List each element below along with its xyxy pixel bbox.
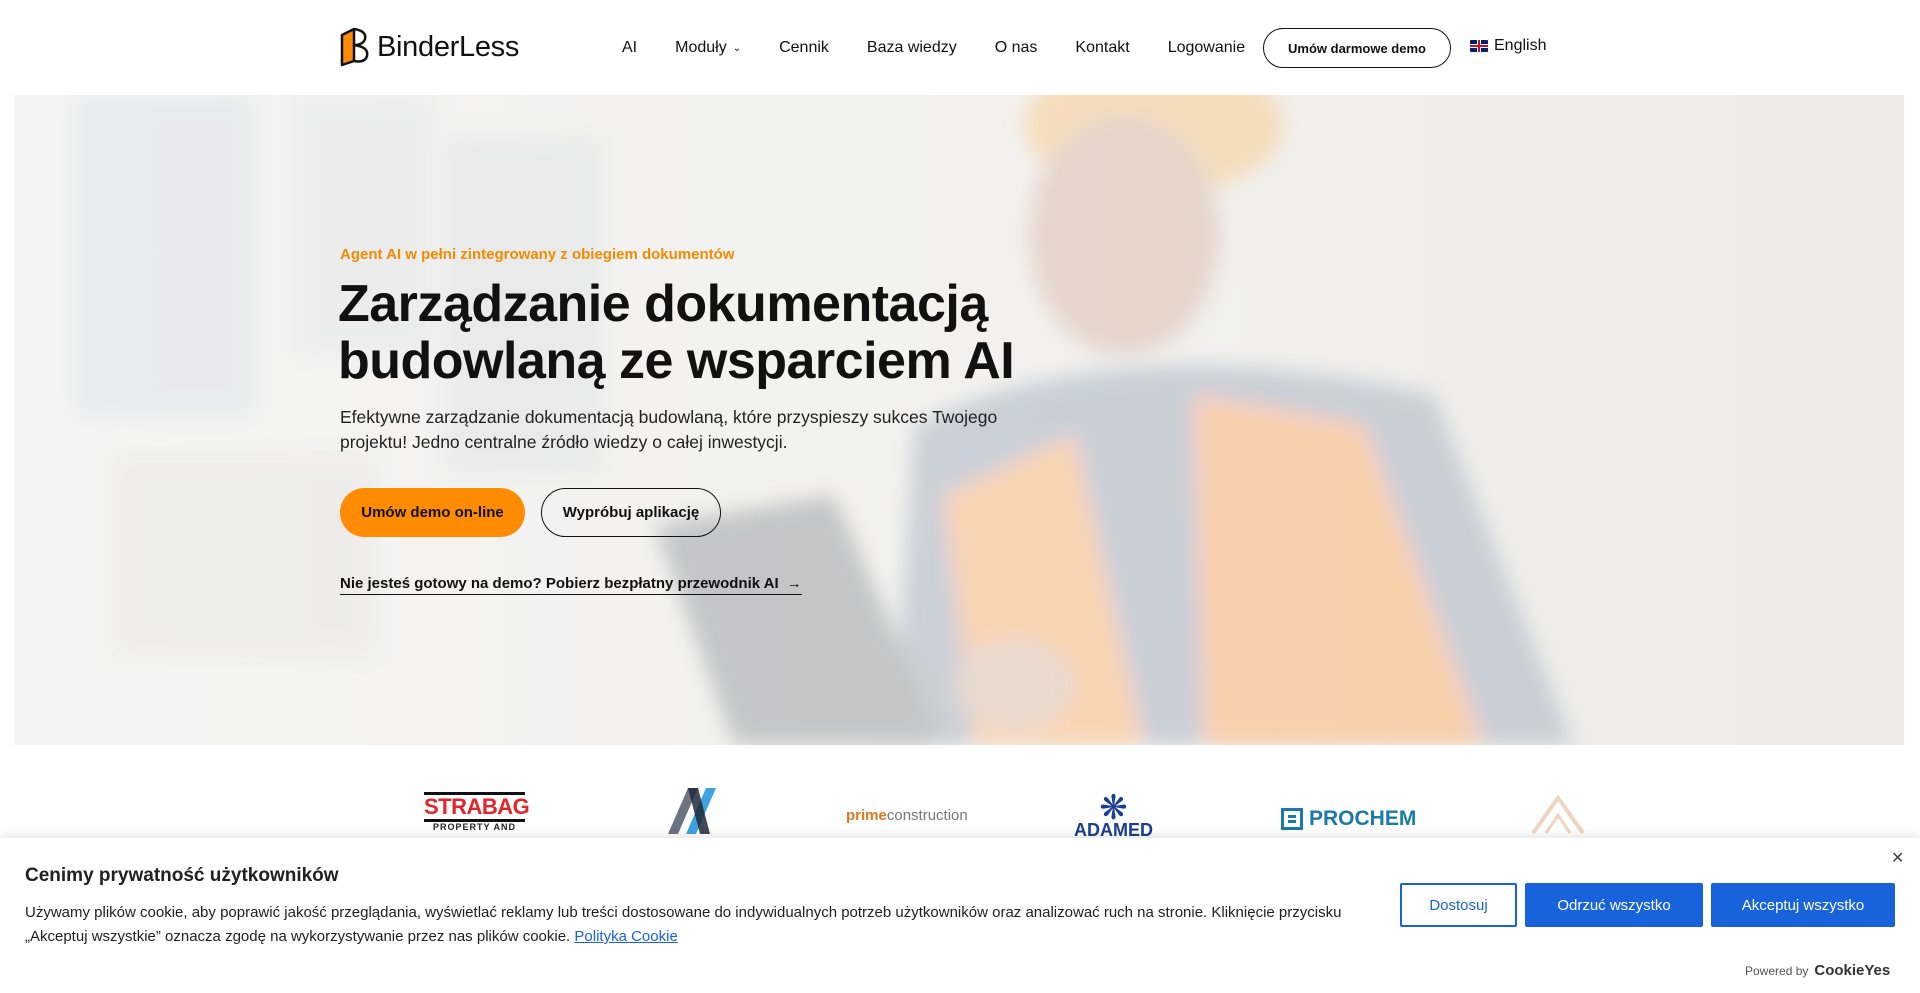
- headline-line-1: Zarządzanie dokumentacją: [338, 275, 988, 333]
- hero-right-gutter: [1904, 95, 1920, 745]
- cookie-body-text: Używamy plików cookie, aby poprawić jako…: [25, 904, 1342, 945]
- book-online-demo-button[interactable]: Umów demo on-line: [340, 488, 525, 537]
- construction-logo-text: construction: [886, 807, 968, 824]
- prochem-logo: PROCHEM: [1281, 807, 1416, 831]
- adamed-star-icon: ❋: [1099, 789, 1128, 827]
- binderless-logo-icon: [340, 27, 369, 67]
- brand-logo[interactable]: BinderLess: [339, 27, 519, 67]
- nav-label: Cennik: [779, 38, 829, 56]
- cookieyes-brand: CookieYes: [1814, 962, 1891, 979]
- language-switcher[interactable]: English: [1470, 37, 1546, 55]
- reject-all-button[interactable]: Odrzuć wszystko: [1525, 883, 1703, 927]
- powered-by[interactable]: Powered by CookieYes: [1745, 962, 1890, 979]
- arrow-right-icon: →: [786, 575, 802, 592]
- uk-flag-icon: [1470, 40, 1488, 52]
- ax-logo-icon: [668, 788, 716, 834]
- nav-label: AI: [622, 38, 638, 56]
- cookie-text: Używamy plików cookie, aby poprawić jako…: [25, 901, 1365, 949]
- logo-text: BinderLess: [377, 30, 520, 63]
- nav-label: Logowanie: [1167, 38, 1246, 56]
- accept-all-button[interactable]: Akceptuj wszystko: [1711, 883, 1895, 927]
- nav-item-o-nas[interactable]: O nas: [995, 39, 1038, 57]
- book-demo-button[interactable]: Umów darmowe demo: [1263, 28, 1451, 68]
- adamed-logo: ❋ ADAMED: [1074, 789, 1153, 840]
- cookie-policy-link[interactable]: Polityka Cookie: [574, 928, 677, 945]
- chevron-down-icon: ⌄: [732, 43, 742, 54]
- nav-item-cennik[interactable]: Cennik: [779, 39, 829, 57]
- close-icon[interactable]: ✕: [1891, 848, 1904, 868]
- guide-link-text: Nie jesteś gotowy na demo? Pobierz bezpł…: [340, 575, 779, 592]
- hero-subtext: Efektywne zarządzanie dokumentacją budow…: [340, 407, 998, 452]
- try-app-button[interactable]: Wypróbuj aplikację: [541, 488, 721, 537]
- nav-label: Kontakt: [1075, 38, 1130, 56]
- nav-label: Baza wiedzy: [866, 38, 957, 56]
- nav-item-moduly[interactable]: Moduły ⌄: [675, 39, 741, 57]
- prochem-mark-icon: [1281, 808, 1303, 830]
- hero-headline: Zarządzanie dokumentacją budowlaną ze ws…: [338, 276, 1098, 390]
- headline-line-2: budowlaną ze wsparciem AI: [338, 332, 1015, 390]
- nav-label: O nas: [994, 38, 1038, 56]
- cookie-consent-banner: Cenimy prywatność użytkowników ✕ Używamy…: [0, 838, 1920, 993]
- prime-construction-logo: primeconstruction: [846, 807, 968, 824]
- powered-by-label: Powered by: [1745, 963, 1809, 978]
- strabag-logo-subtext: PROPERTY AND: [432, 822, 516, 832]
- download-guide-link[interactable]: Nie jesteś gotowy na demo? Pobierz bezpł…: [340, 575, 802, 595]
- nav-label: Moduły: [675, 38, 727, 56]
- strabag-logo: STRABAG PROPERTY AND: [424, 792, 530, 832]
- hero-left-gutter: [0, 95, 14, 745]
- adamed-logo-text: ADAMED: [1074, 820, 1153, 840]
- customize-button[interactable]: Dostosuj: [1400, 883, 1517, 927]
- ax-logo: [666, 788, 718, 839]
- hero-eyebrow: Agent AI w pełni zintegrowany z obiegiem…: [340, 246, 735, 263]
- partner-logo-icon: [1531, 794, 1585, 835]
- language-label: English: [1494, 37, 1547, 54]
- prochem-logo-text: PROCHEM: [1309, 807, 1417, 830]
- client-logos: STRABAG PROPERTY AND primeconstruction ❋…: [0, 745, 1920, 845]
- main-nav: AI Moduły ⌄ Cennik Baza wiedzy O nas Kont…: [622, 0, 1283, 95]
- site-header: BinderLess AI Moduły ⌄ Cennik Baza wiedzy…: [0, 0, 1920, 95]
- nav-item-ai[interactable]: AI: [622, 39, 637, 57]
- cookie-title: Cenimy prywatność użytkowników: [25, 865, 339, 886]
- prime-logo-text: prime: [846, 807, 887, 824]
- strabag-logo-text: STRABAG: [424, 794, 530, 819]
- nav-item-baza-wiedzy[interactable]: Baza wiedzy: [867, 39, 957, 57]
- nav-item-logowanie[interactable]: Logowanie: [1168, 39, 1245, 57]
- nav-item-kontakt[interactable]: Kontakt: [1075, 39, 1129, 57]
